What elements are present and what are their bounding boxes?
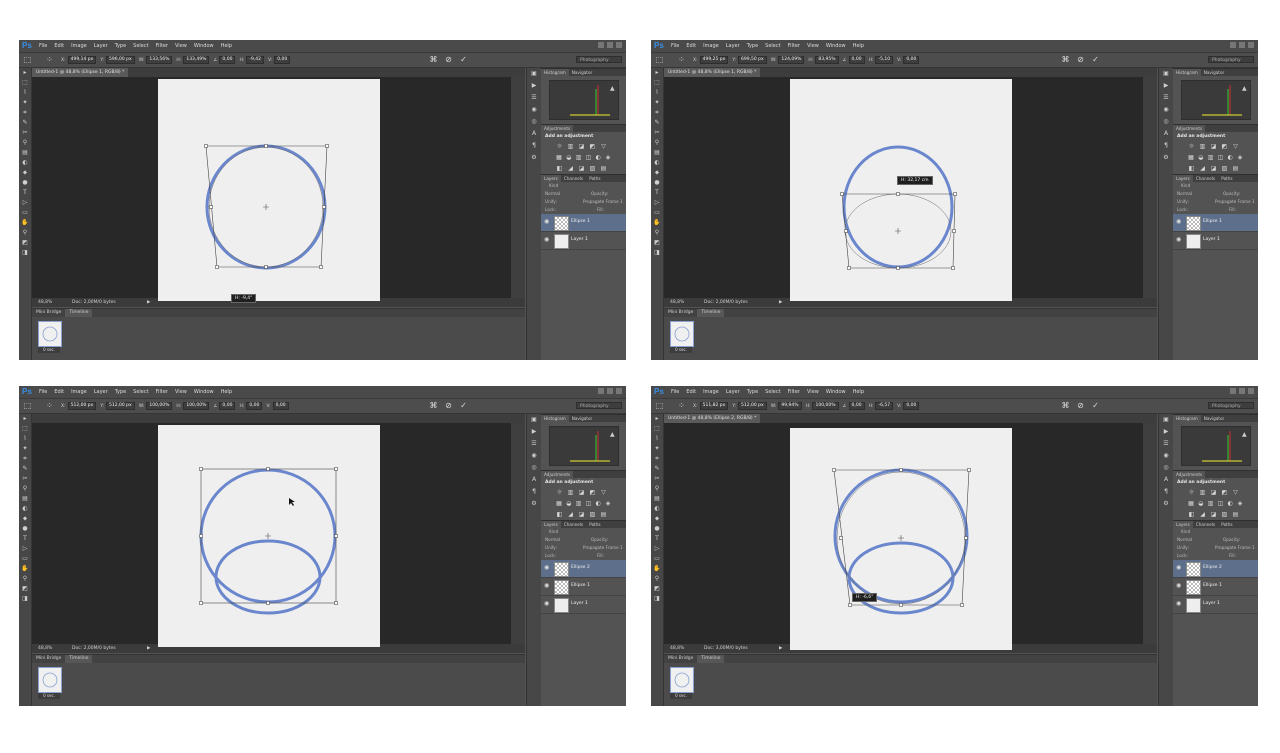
photoshop-window-4: Ps File Edit Image Layer Type Select Filter View…	[651, 386, 1258, 706]
canvas-drawing[interactable]	[651, 386, 1258, 706]
canvas-drawing[interactable]	[19, 386, 626, 706]
transform-tooltip: H: -9,4°	[231, 294, 257, 303]
photoshop-window-3: Ps File Edit Image Layer Type Select Filter View…	[19, 386, 626, 706]
photoshop-window-2: Ps File Edit Image Layer Type Select Filter View…	[651, 40, 1258, 360]
transform-tooltip: H: 32,17 cm	[897, 176, 933, 185]
canvas-drawing[interactable]	[19, 40, 626, 360]
transform-tooltip: H: -6,6°	[852, 593, 878, 602]
photoshop-window-1: Ps File Edit Image Layer Type Select Filter View…	[19, 40, 626, 360]
canvas-drawing[interactable]	[651, 40, 1258, 360]
